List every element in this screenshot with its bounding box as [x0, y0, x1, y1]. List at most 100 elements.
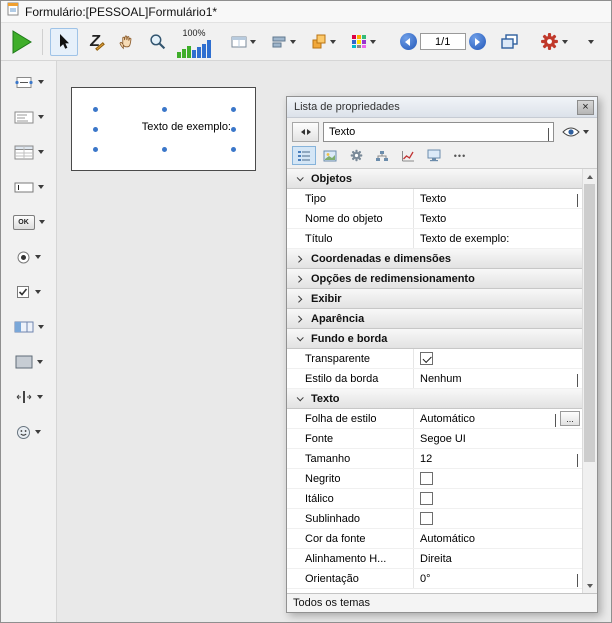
tool-picture[interactable] — [16, 421, 41, 443]
property-value-cell[interactable] — [413, 509, 582, 528]
selection-handle[interactable] — [93, 127, 98, 132]
chevron-down-icon[interactable] — [35, 255, 41, 259]
tab-chart[interactable] — [396, 146, 420, 165]
align-objects-dropdown-button[interactable] — [265, 28, 302, 56]
zoom-tool-button[interactable] — [143, 28, 171, 56]
property-value-cell[interactable]: Texto — [413, 189, 582, 208]
visibility-dropdown-button[interactable] — [558, 122, 592, 142]
chevron-down-icon[interactable] — [38, 150, 44, 154]
scroll-up-button[interactable] — [583, 169, 597, 184]
property-row-alinhamento-h[interactable]: Alinhamento H... Direita — [287, 549, 582, 569]
toolbar-overflow-button[interactable] — [577, 28, 605, 56]
selection-handle[interactable] — [231, 127, 236, 132]
next-page-button[interactable] — [469, 33, 486, 50]
property-row-estilo-da-borda[interactable]: Estilo da borda Nenhum — [287, 369, 582, 389]
tab-settings[interactable] — [344, 146, 368, 165]
section-texto[interactable]: Texto — [287, 389, 582, 409]
scroll-down-button[interactable] — [583, 578, 597, 593]
checkbox-unchecked[interactable] — [420, 492, 433, 505]
tool-listbox[interactable] — [14, 141, 44, 163]
property-row-tipo[interactable]: Tipo Texto — [287, 189, 582, 209]
property-row-sublinhado[interactable]: Sublinhado — [287, 509, 582, 529]
chevron-down-icon[interactable] — [548, 128, 549, 140]
chevron-down-icon[interactable] — [577, 194, 578, 206]
tool-tab-control[interactable] — [14, 316, 44, 338]
chevron-down-icon[interactable] — [38, 185, 44, 189]
tool-input-field[interactable] — [14, 176, 44, 198]
property-value-cell[interactable] — [413, 349, 582, 368]
selection-handle[interactable] — [231, 107, 236, 112]
tab-property-list[interactable] — [292, 146, 316, 165]
panel-title-bar[interactable]: Lista de propriedades × — [287, 97, 597, 118]
chevron-down-icon[interactable] — [38, 80, 44, 84]
property-row-negrito[interactable]: Negrito — [287, 469, 582, 489]
property-value-cell[interactable] — [413, 489, 582, 508]
distribute-objects-dropdown-button[interactable] — [305, 28, 342, 56]
tool-button[interactable]: OK — [13, 211, 45, 233]
tab-events[interactable] — [370, 146, 394, 165]
selection-handle[interactable] — [162, 107, 167, 112]
tab-more[interactable]: ••• — [448, 146, 472, 165]
tab-display[interactable] — [422, 146, 446, 165]
tool-radio-button[interactable] — [16, 246, 41, 268]
property-value-cell[interactable]: 0° — [413, 569, 582, 588]
tool-combobox[interactable] — [14, 106, 44, 128]
ellipsis-button[interactable]: ... — [560, 411, 580, 426]
selection-handle[interactable] — [93, 107, 98, 112]
section-fundo-e-borda[interactable]: Fundo e borda — [287, 329, 582, 349]
previous-next-object-button[interactable] — [292, 122, 319, 142]
chevron-down-icon[interactable] — [38, 325, 44, 329]
property-value-cell[interactable] — [413, 469, 582, 488]
section-aparencia[interactable]: Aparência — [287, 309, 582, 329]
insert-fields-dropdown-button[interactable] — [225, 28, 262, 56]
selected-text-object[interactable]: Texto de exemplo: — [142, 121, 231, 133]
scrollbar-thumb[interactable] — [584, 184, 595, 462]
checkbox-unchecked[interactable] — [420, 472, 433, 485]
section-objetos[interactable]: Objetos — [287, 169, 582, 189]
property-row-tamanho[interactable]: Tamanho 12 — [287, 449, 582, 469]
property-value-cell[interactable]: Direita — [413, 549, 582, 568]
property-row-nome-do-objeto[interactable]: Nome do objeto Texto — [287, 209, 582, 229]
chevron-down-icon[interactable] — [38, 115, 44, 119]
selection-handle[interactable] — [162, 147, 167, 152]
close-button[interactable]: × — [577, 100, 594, 115]
chevron-down-icon[interactable] — [37, 360, 43, 364]
selection-handle[interactable] — [231, 147, 236, 152]
tool-splitter[interactable] — [15, 386, 43, 408]
previous-page-button[interactable] — [400, 33, 417, 50]
panel-scrollbar[interactable] — [582, 169, 597, 593]
property-row-titulo[interactable]: Título Texto de exemplo: — [287, 229, 582, 249]
property-value-cell[interactable]: Nenhum — [413, 369, 582, 388]
chevron-down-icon[interactable] — [37, 395, 43, 399]
tab-picture[interactable] — [318, 146, 342, 165]
property-row-transparente[interactable]: Transparente — [287, 349, 582, 369]
chevron-down-icon[interactable] — [577, 454, 578, 466]
move-hand-tool-button[interactable] — [112, 28, 140, 56]
property-value-cell[interactable]: Automático ... — [413, 409, 582, 428]
section-exibir[interactable]: Exibir — [287, 289, 582, 309]
chevron-down-icon[interactable] — [35, 290, 41, 294]
windows-list-button[interactable] — [495, 28, 523, 56]
tool-rectangle[interactable] — [15, 351, 43, 373]
zoom-bars-icon[interactable] — [177, 39, 211, 58]
section-redimensionamento[interactable]: Opções de redimensionamento — [287, 269, 582, 289]
section-coordenadas[interactable]: Coordenadas e dimensões — [287, 249, 582, 269]
tool-checkbox[interactable] — [16, 281, 41, 303]
form-area[interactable]: Texto de exemplo: — [71, 87, 256, 171]
pointer-tool-button[interactable] — [50, 28, 78, 56]
settings-dropdown-button[interactable] — [534, 28, 574, 56]
chevron-down-icon[interactable] — [35, 430, 41, 434]
property-value-cell[interactable]: Texto — [413, 209, 582, 228]
property-row-orientacao[interactable]: Orientação 0° — [287, 569, 582, 589]
selection-handle[interactable] — [93, 147, 98, 152]
zoom-level-control[interactable]: 100% — [174, 26, 214, 58]
color-palette-dropdown-button[interactable] — [345, 28, 382, 56]
entry-order-tool-button[interactable]: Z — [81, 28, 109, 56]
object-selector-combobox[interactable]: Texto — [323, 122, 554, 142]
chevron-down-icon[interactable] — [39, 220, 45, 224]
property-row-folha-de-estilo[interactable]: Folha de estilo Automático ... — [287, 409, 582, 429]
checkbox-unchecked[interactable] — [420, 512, 433, 525]
property-value-cell[interactable]: Automático — [413, 529, 582, 548]
tool-text[interactable] — [14, 71, 44, 93]
property-value-cell[interactable]: 12 — [413, 449, 582, 468]
